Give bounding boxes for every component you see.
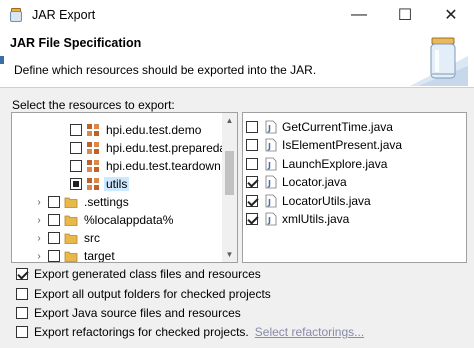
java-file-icon: J	[264, 175, 278, 189]
file-checkbox[interactable]	[246, 139, 258, 152]
option-label: Export all output folders for checked pr…	[34, 287, 271, 301]
java-file-icon: J	[264, 120, 278, 134]
select-refactorings-link[interactable]: Select refactorings...	[255, 325, 364, 339]
file-item[interactable]: J IsElementPresent.java	[246, 136, 402, 154]
resources-label: Select the resources to export:	[12, 98, 175, 112]
svg-text:J: J	[267, 179, 271, 188]
tree-item-label: target	[84, 249, 115, 263]
folder-icon	[64, 249, 78, 262]
svg-text:J: J	[267, 142, 271, 151]
file-item[interactable]: J LocatorUtils.java	[246, 192, 371, 210]
title-bar: JAR Export — ☐ ✕	[0, 0, 474, 30]
package-icon	[86, 123, 100, 137]
tree-item-label: utils	[104, 177, 130, 191]
file-checkbox[interactable]	[246, 121, 258, 133]
file-item-label: GetCurrentTime.java	[282, 120, 393, 134]
tree-checkbox[interactable]	[70, 124, 82, 136]
tree-item[interactable]: › target	[34, 247, 117, 263]
file-checkbox[interactable]	[246, 213, 258, 225]
export-option[interactable]: Export Java source files and resources	[16, 304, 241, 322]
info-marker-icon	[0, 56, 4, 64]
option-label: Export Java source files and resources	[34, 306, 241, 320]
tree-scrollbar[interactable]: ▲ ▼	[222, 113, 237, 262]
java-file-icon: J	[264, 212, 278, 226]
file-item[interactable]: J Locator.java	[246, 173, 347, 191]
tree-item[interactable]: hpi.edu.test.demo	[56, 121, 203, 139]
tree-checkbox[interactable]	[48, 250, 60, 262]
tree-item[interactable]: utils	[56, 175, 130, 193]
jar-icon	[8, 7, 24, 23]
page-title: JAR File Specification	[10, 36, 142, 50]
page-description: Define which resources should be exporte…	[14, 63, 317, 77]
folder-icon	[64, 195, 78, 209]
file-list[interactable]: J GetCurrentTime.java J IsElementPresent.ja…	[242, 112, 467, 263]
file-item-label: Locator.java	[282, 175, 347, 190]
scroll-up-arrow-icon[interactable]: ▲	[222, 113, 237, 128]
scrollbar-thumb[interactable]	[225, 151, 234, 195]
file-checkbox[interactable]	[246, 157, 258, 170]
svg-text:J: J	[267, 124, 271, 133]
java-file-icon: J	[264, 138, 278, 152]
tree-item-label: %localappdata%	[84, 213, 174, 227]
tree-checkbox[interactable]	[48, 214, 60, 226]
tree-item[interactable]: › .settings	[34, 193, 131, 211]
option-checkbox[interactable]	[16, 307, 28, 319]
svg-text:J: J	[267, 216, 271, 225]
file-item[interactable]: JxmlUtils.java	[246, 210, 349, 228]
resource-tree[interactable]: hpi.edu.test.demo hpi.edu.test.preparedat…	[11, 112, 238, 263]
option-label: Export refactorings for checked projects…	[34, 325, 249, 339]
package-icon	[86, 159, 100, 173]
option-checkbox[interactable]	[16, 268, 28, 280]
tree-item-label: .settings	[84, 195, 129, 209]
svg-text:J: J	[267, 161, 271, 170]
package-icon	[86, 141, 100, 155]
tree-checkbox[interactable]	[48, 196, 60, 208]
expand-arrow-icon[interactable]: ›	[34, 251, 44, 262]
tree-item[interactable]: › src	[34, 229, 102, 247]
tree-item-label: src	[84, 231, 100, 245]
java-file-icon: J	[264, 157, 278, 171]
option-checkbox[interactable]	[16, 326, 28, 338]
tree-item-label: hpi.edu.test.demo	[106, 123, 202, 137]
minimize-button[interactable]: —	[336, 0, 382, 30]
export-option[interactable]: Export generated class files and resourc…	[16, 265, 261, 283]
package-icon	[86, 177, 100, 191]
file-checkbox[interactable]	[246, 176, 258, 189]
export-option[interactable]: Export refactorings for checked projects…	[16, 323, 364, 341]
expand-arrow-icon[interactable]: ›	[34, 233, 44, 244]
jar-illustration-icon	[410, 37, 468, 86]
tree-item-label: hpi.edu.test.preparedata	[106, 141, 237, 155]
expand-arrow-icon[interactable]: ›	[34, 197, 44, 208]
tree-item[interactable]: hpi.edu.test.preparedata	[56, 139, 237, 157]
file-item-label: LaunchExplore.java	[282, 156, 388, 171]
svg-text:J: J	[267, 198, 271, 207]
export-option[interactable]: Export all output folders for checked pr…	[16, 285, 271, 303]
tree-checkbox[interactable]	[48, 232, 60, 244]
expand-arrow-icon[interactable]: ›	[34, 215, 44, 226]
maximize-button[interactable]: ☐	[382, 0, 428, 30]
scroll-down-arrow-icon[interactable]: ▼	[222, 247, 237, 262]
tree-checkbox[interactable]	[70, 142, 82, 154]
folder-icon	[64, 213, 78, 227]
tree-item[interactable]: hpi.edu.test.teardown	[56, 157, 223, 175]
folder-icon	[64, 231, 78, 245]
tree-item[interactable]: › %localappdata%	[34, 211, 175, 229]
wizard-header: JAR File Specification Define which reso…	[0, 30, 474, 88]
file-checkbox[interactable]	[246, 194, 258, 207]
file-item[interactable]: J LaunchExplore.java	[246, 155, 387, 173]
file-item-label: xmlUtils.java	[282, 212, 350, 226]
tree-checkbox[interactable]	[70, 160, 82, 172]
java-file-icon: J	[264, 194, 278, 208]
option-checkbox[interactable]	[16, 288, 28, 300]
close-button[interactable]: ✕	[428, 0, 474, 30]
file-item-label: IsElementPresent.java	[282, 138, 403, 153]
option-label: Export generated class files and resourc…	[34, 267, 261, 281]
tree-item-label: hpi.edu.test.teardown	[106, 159, 221, 173]
file-item[interactable]: J GetCurrentTime.java	[246, 118, 393, 136]
window-title: JAR Export	[32, 8, 96, 22]
tree-checkbox[interactable]	[70, 178, 82, 190]
file-item-label: LocatorUtils.java	[282, 193, 371, 208]
